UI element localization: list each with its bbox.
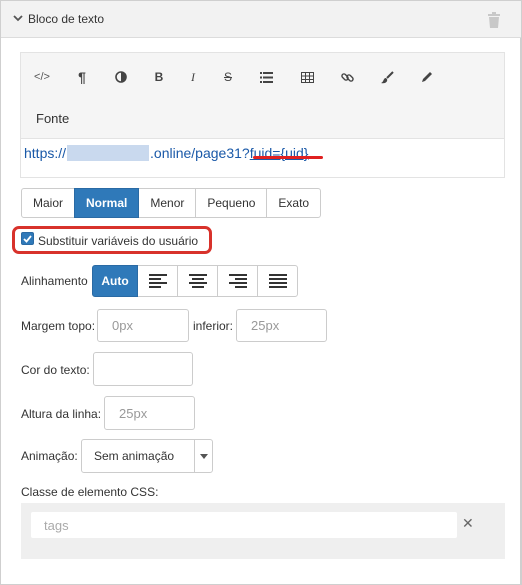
substitute-label[interactable]: Substituir variáveis do usuário (38, 234, 198, 248)
size-button-group: Maior Normal Menor Pequeno Exato (21, 188, 322, 218)
chevron-down-icon[interactable] (12, 12, 24, 24)
check-icon (23, 234, 32, 243)
link-icon[interactable] (333, 65, 361, 89)
line-height-input[interactable]: 25px (104, 396, 195, 430)
css-class-label: Classe de elemento CSS: (21, 485, 159, 499)
line-height-label: Altura da linha: (21, 407, 102, 421)
alignment-button-group: Auto (92, 265, 298, 297)
text-color-input[interactable] (93, 352, 193, 386)
margin-top-label: Margem topo: (21, 319, 96, 333)
paragraph-icon[interactable]: ¶ (68, 65, 96, 89)
table-icon[interactable] (293, 65, 321, 89)
align-right-button[interactable] (217, 265, 258, 297)
animation-label: Animação: (21, 449, 78, 463)
size-option-normal[interactable]: Normal (74, 188, 140, 218)
align-left-button[interactable] (137, 265, 178, 297)
margin-bottom-input[interactable]: 25px (236, 309, 327, 342)
size-option-exato[interactable]: Exato (266, 188, 322, 218)
italic-icon[interactable]: I (179, 65, 207, 89)
redacted-domain (67, 145, 150, 161)
editor-toolbar: </> ¶ B I S Fonte (21, 53, 504, 139)
url-middle: .online/page31? (150, 145, 250, 161)
align-left-icon (148, 274, 167, 288)
size-option-menor[interactable]: Menor (138, 188, 197, 218)
contrast-icon[interactable] (107, 65, 135, 89)
trash-icon[interactable] (487, 12, 501, 28)
panel-title: Bloco de texto (28, 12, 105, 26)
align-right-icon (228, 274, 247, 288)
align-center-button[interactable] (177, 265, 218, 297)
caret-down-icon[interactable] (200, 454, 208, 459)
text-block-panel: Bloco de texto </> ¶ B I S Fonte https:/… (0, 0, 522, 585)
align-auto-button[interactable]: Auto (92, 265, 138, 297)
size-option-pequeno[interactable]: Pequeno (195, 188, 268, 218)
text-color-label: Cor do texto: (21, 363, 90, 377)
animation-select[interactable]: Sem animação (81, 439, 213, 473)
align-justify-button[interactable] (257, 265, 298, 297)
clear-icon[interactable]: ✕ (462, 515, 474, 532)
alignment-label: Alinhamento (21, 274, 88, 288)
rich-text-editor[interactable]: </> ¶ B I S Fonte https:// .online/page3… (20, 52, 505, 178)
strikethrough-icon[interactable]: S (214, 65, 242, 89)
margin-top-input[interactable]: 0px (97, 309, 189, 342)
panel-header[interactable]: Bloco de texto (1, 1, 521, 38)
align-justify-icon (268, 274, 287, 288)
size-option-maior[interactable]: Maior (21, 188, 76, 218)
margin-bottom-label: inferior: (193, 319, 234, 333)
font-menu[interactable]: Fonte (36, 111, 69, 126)
align-center-icon (188, 274, 207, 288)
highlight-underline (253, 156, 323, 159)
url-prefix: https:// (24, 145, 67, 161)
bold-icon[interactable]: B (145, 65, 173, 89)
pencil-icon[interactable] (413, 65, 441, 89)
code-icon[interactable]: </> (28, 65, 56, 89)
css-class-tags-box: tags ✕ (21, 503, 505, 559)
animation-selected-value: Sem animação (94, 449, 175, 463)
select-divider (194, 440, 195, 472)
list-icon[interactable] (252, 65, 280, 89)
css-class-tags-input[interactable]: tags (31, 512, 457, 538)
substitute-checkbox[interactable] (21, 232, 34, 245)
brush-icon[interactable] (373, 65, 401, 89)
